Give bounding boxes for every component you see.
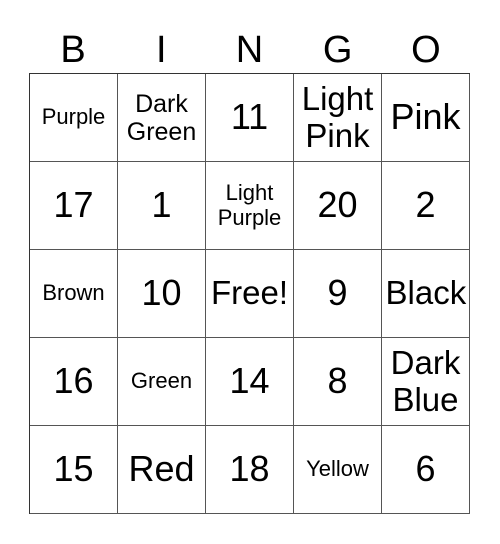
bingo-cell-text: 15 bbox=[53, 448, 94, 490]
bingo-cell: 11 bbox=[206, 74, 294, 162]
bingo-cell-text: 14 bbox=[229, 360, 270, 402]
header-letter-b: B bbox=[60, 29, 86, 71]
bingo-cell: Purple bbox=[30, 74, 118, 162]
bingo-cell: 6 bbox=[382, 426, 470, 514]
bingo-cell-text: 18 bbox=[229, 448, 270, 490]
bingo-cell: Green bbox=[118, 338, 206, 426]
bingo-cell-text: 11 bbox=[230, 96, 269, 138]
bingo-cell: 10 bbox=[118, 250, 206, 338]
bingo-grid: Purple Dark Green 11 Light Pink Pink 17 1 Light… bbox=[29, 73, 470, 514]
header-letter-o: O bbox=[411, 29, 441, 71]
bingo-cell-text: Red bbox=[128, 448, 195, 490]
header-letter-g: G bbox=[322, 29, 353, 71]
bingo-cell-text: 16 bbox=[53, 360, 94, 402]
bingo-cell-text: 2 bbox=[415, 184, 436, 226]
bingo-cell-text: Light Pink bbox=[301, 79, 374, 154]
bingo-cell: Light Purple bbox=[206, 162, 294, 250]
bingo-cell: Red bbox=[118, 426, 206, 514]
bingo-cell: 18 bbox=[206, 426, 294, 514]
bingo-cell-text: Pink bbox=[390, 96, 461, 138]
bingo-cell: Yellow bbox=[294, 426, 382, 514]
bingo-cell: Dark Green bbox=[118, 74, 206, 162]
bingo-cell: 15 bbox=[30, 426, 118, 514]
bingo-cell-text: Black bbox=[385, 274, 467, 312]
bingo-cell: 9 bbox=[294, 250, 382, 338]
bingo-cell-text: 1 bbox=[151, 184, 172, 226]
bingo-cell: 1 bbox=[118, 162, 206, 250]
bingo-cell-text: 6 bbox=[415, 448, 436, 490]
bingo-cell-text: Dark Blue bbox=[390, 343, 461, 418]
bingo-cell: 2 bbox=[382, 162, 470, 250]
header-letter-i: I bbox=[156, 29, 167, 71]
bingo-cell-text: Free! bbox=[210, 274, 289, 312]
bingo-cell: Brown bbox=[30, 250, 118, 338]
bingo-cell: Free! bbox=[206, 250, 294, 338]
bingo-cell-text: Green bbox=[130, 368, 193, 394]
bingo-cell-text: Light Purple bbox=[217, 179, 282, 230]
bingo-cell-text: 17 bbox=[53, 184, 94, 226]
bingo-cell-text: Dark Green bbox=[126, 89, 197, 146]
bingo-cell-text: 20 bbox=[317, 184, 358, 226]
bingo-cell: Pink bbox=[382, 74, 470, 162]
bingo-header: B I N G O bbox=[29, 28, 470, 72]
bingo-cell: 14 bbox=[206, 338, 294, 426]
bingo-cell: 8 bbox=[294, 338, 382, 426]
header-letter-n: N bbox=[235, 29, 264, 71]
bingo-cell: Dark Blue bbox=[382, 338, 470, 426]
bingo-cell-text: 9 bbox=[327, 272, 348, 314]
bingo-cell: Black bbox=[382, 250, 470, 338]
bingo-cell-text: Brown bbox=[42, 280, 105, 306]
bingo-cell-text: Yellow bbox=[306, 456, 369, 482]
bingo-cell: 16 bbox=[30, 338, 118, 426]
bingo-cell-text: 10 bbox=[141, 272, 182, 314]
bingo-cell: 20 bbox=[294, 162, 382, 250]
bingo-cell: 17 bbox=[30, 162, 118, 250]
bingo-cell-text: Purple bbox=[41, 104, 106, 130]
bingo-cell: Light Pink bbox=[294, 74, 382, 162]
bingo-cell-text: 8 bbox=[327, 360, 348, 402]
